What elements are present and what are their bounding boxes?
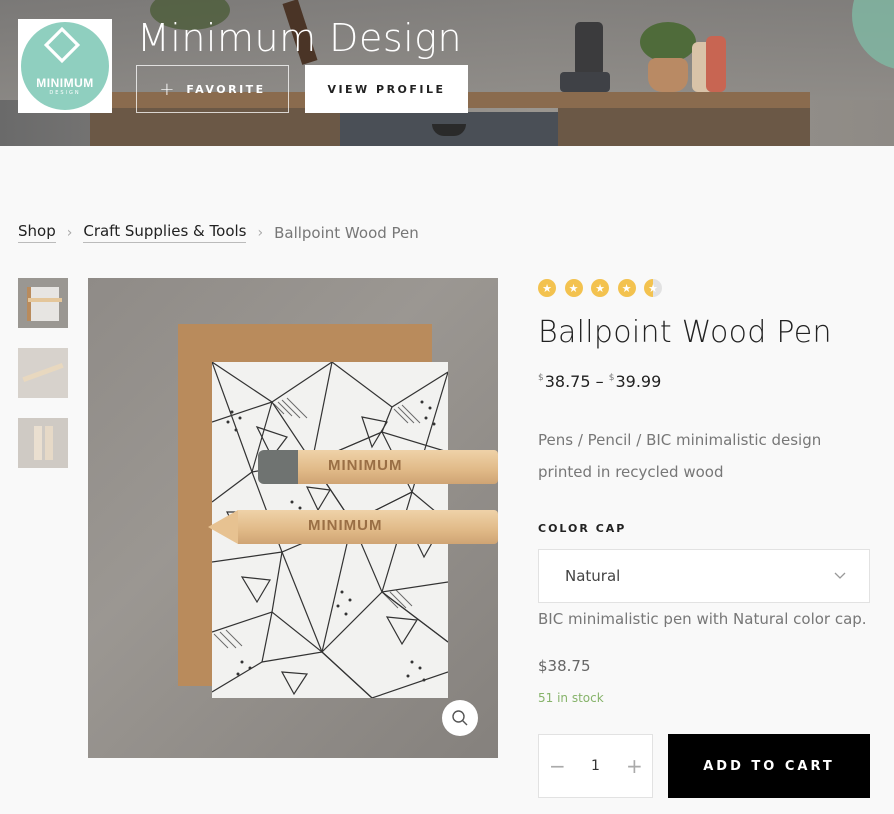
breadcrumb-link-shop[interactable]: Shop (18, 222, 56, 243)
quantity-stepper[interactable]: − 1 + (538, 734, 653, 798)
star-icon: ★ (564, 279, 583, 297)
plus-icon: + (159, 78, 175, 100)
product-rating[interactable]: ★ ★ ★ ★ ★ (538, 279, 671, 297)
favorite-button[interactable]: + FAVORITE (136, 65, 289, 113)
logo-text: MINIMUM (36, 76, 94, 90)
view-profile-label: VIEW PROFILE (327, 82, 446, 96)
shop-logo[interactable]: MINIMUM DESIGN (18, 19, 112, 113)
phone-decoration (575, 22, 603, 76)
shop-name: Minimum Design (137, 16, 463, 60)
gallery-thumbnail[interactable] (18, 418, 68, 468)
zoom-button[interactable] (442, 700, 478, 736)
price-min: 38.75 (544, 372, 591, 391)
currency-symbol: $ (608, 373, 615, 383)
thumbnail-pencil-shape (34, 426, 42, 460)
chevron-right-icon: › (257, 224, 264, 241)
cabinet-decoration (558, 108, 810, 146)
stock-status: 51 in stock (538, 691, 604, 705)
add-to-cart-label: ADD TO CART (703, 758, 835, 774)
price-max: 39.99 (615, 372, 662, 391)
search-icon (452, 710, 468, 726)
thumbnail-pencil-shape (22, 362, 64, 383)
breadcrumb-current: Ballpoint Wood Pen (274, 223, 419, 242)
product-description: Pens / Pencil / BIC minimalistic design … (538, 431, 822, 481)
phone-stand-decoration (560, 72, 610, 92)
add-to-cart-button[interactable]: ADD TO CART (668, 734, 870, 798)
plant-leaves-decoration (640, 22, 696, 62)
pencil-tip (208, 510, 238, 544)
thumbnail-pencil-shape (45, 426, 53, 460)
quantity-value[interactable]: 1 (591, 758, 600, 774)
breadcrumb-link-category[interactable]: Craft Supplies & Tools (83, 222, 247, 243)
star-icon: ★ (538, 279, 556, 297)
price-separator: – (595, 372, 604, 391)
chevron-right-icon: › (66, 224, 73, 241)
vase-decoration (706, 36, 726, 92)
main-product-image[interactable]: MINIMUM MINIMUM (88, 278, 498, 758)
plus-icon[interactable]: + (626, 754, 643, 778)
gallery-thumbnail[interactable] (18, 348, 68, 398)
gallery-thumbnail[interactable] (18, 278, 68, 328)
color-cap-select[interactable]: Natural (538, 549, 870, 603)
thumbnail-pencil-shape (28, 298, 62, 302)
star-icon: ★ (617, 279, 636, 297)
product-title: Ballpoint Wood Pen (538, 315, 832, 350)
minus-icon[interactable]: − (549, 754, 566, 778)
color-cap-selected: Natural (565, 567, 621, 585)
pencil: MINIMUM (208, 510, 498, 544)
plant-pot-decoration (648, 58, 688, 92)
variation-description: BIC minimalistic pen with Natural color … (538, 610, 867, 628)
pencil-cap (258, 450, 298, 484)
variation-price: $38.75 (538, 657, 591, 675)
breadcrumb: Shop › Craft Supplies & Tools › Ballpoin… (18, 222, 419, 243)
logo-subtext: DESIGN (49, 90, 81, 96)
chevron-down-icon (834, 572, 846, 579)
pencil-with-cap: MINIMUM (258, 450, 498, 484)
favorite-label: FAVORITE (186, 82, 266, 96)
cabinet-decoration (90, 108, 340, 146)
pencil-stamp: MINIMUM (308, 517, 383, 534)
star-icon: ★ (591, 279, 609, 297)
star-half-icon: ★ (644, 279, 662, 297)
color-cap-label: COLOR CAP (538, 522, 627, 535)
view-profile-button[interactable]: VIEW PROFILE (305, 65, 468, 113)
price-range: $38.75 – $39.99 (538, 372, 661, 391)
thumbnail-card-shape (27, 287, 59, 321)
pencil-stamp: MINIMUM (328, 457, 403, 474)
currency-symbol: $ (538, 373, 544, 383)
